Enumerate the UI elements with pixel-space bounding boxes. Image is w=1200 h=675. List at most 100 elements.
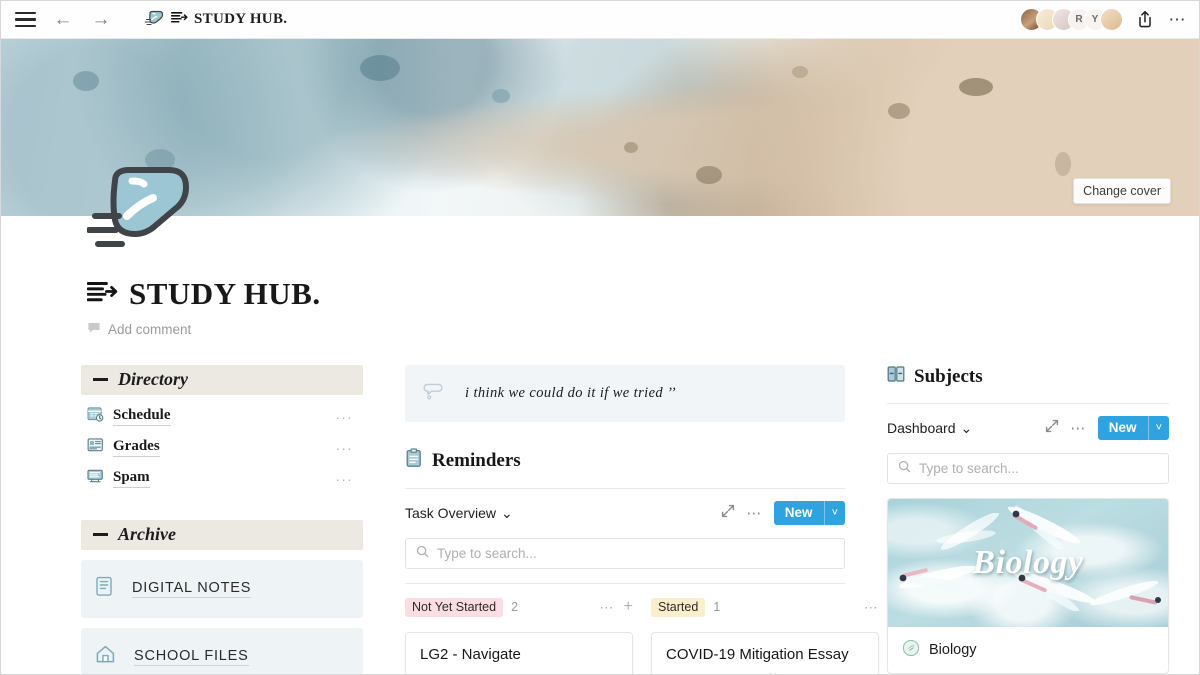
- hamburger-icon[interactable]: [13, 8, 37, 32]
- sidebar-item-label: Schedule: [113, 407, 171, 426]
- house-icon: [95, 644, 116, 669]
- top-bar-left: ← → STUDY HUB.: [13, 8, 287, 32]
- dash-icon: [93, 533, 108, 536]
- sidebar-item-digital-notes[interactable]: DIGITAL NOTES: [81, 560, 363, 618]
- sidebar-item-menu-icon[interactable]: ···: [335, 471, 353, 487]
- subjects-title-text: Subjects: [914, 366, 983, 387]
- sidebar-item-label: Grades: [113, 438, 160, 457]
- subjects-new-button[interactable]: New ˅: [1097, 416, 1169, 440]
- breadcrumb[interactable]: STUDY HUB.: [144, 10, 288, 29]
- sidebar-item-label: SCHOOL FILES: [134, 647, 249, 666]
- divider: [405, 583, 845, 584]
- sidebar-item-grades[interactable]: Grades ···: [81, 432, 363, 463]
- file-cabinet-icon: [887, 365, 905, 389]
- reminders-database: Reminders Task Overview ⌄ ⋯ New ˅ Type t…: [405, 448, 879, 674]
- reminders-new-label: New: [773, 501, 824, 525]
- divider: [405, 488, 845, 489]
- page-columns: Directory Schedule ··· Grades ··· Spam ·…: [1, 337, 1199, 674]
- subject-card-biology[interactable]: Biology Biology: [887, 498, 1169, 674]
- kanban-column-more-icon[interactable]: ⋯: [599, 599, 614, 616]
- thought-bubble-icon: [423, 381, 445, 406]
- task-card[interactable]: LG2 - Navigate Next Friday 📌 Assessment: [405, 632, 633, 674]
- arrow-right-icon[interactable]: →: [89, 8, 113, 32]
- search-icon: [416, 545, 429, 563]
- column-middle: i think we could do it if we tried ’’ Re…: [405, 365, 879, 674]
- reminders-search-box[interactable]: [405, 538, 845, 569]
- column-left: Directory Schedule ··· Grades ··· Spam ·…: [81, 365, 363, 674]
- directory-heading-label: Directory: [118, 369, 188, 389]
- kanban-column-not-yet-started: Not Yet Started 2 ⋯ + LG2 - Navigate Nex…: [405, 596, 633, 674]
- search-icon: [898, 460, 911, 478]
- status-badge: Not Yet Started: [405, 597, 504, 617]
- subjects-toolbar-right: ⋯ New ˅: [1045, 416, 1169, 440]
- sidebar-item-spam[interactable]: Spam ···: [81, 463, 363, 494]
- subjects-new-label: New: [1097, 416, 1148, 440]
- arrow-left-icon[interactable]: ←: [51, 8, 75, 32]
- subject-card-footer: Biology: [888, 627, 1168, 673]
- sidebar-item-menu-icon[interactable]: ···: [335, 440, 353, 456]
- avatar[interactable]: [1099, 8, 1123, 31]
- dash-icon: [93, 378, 108, 381]
- leaf-icon: [902, 639, 920, 661]
- sidebar-item-menu-icon[interactable]: ···: [335, 409, 353, 425]
- dragonfly-icon: [899, 565, 977, 591]
- task-card-title: COVID-19 Mitigation Essay: [666, 646, 849, 663]
- task-card[interactable]: COVID-19 Mitigation Essay Next Wednesday: [651, 632, 879, 674]
- reminders-title-text: Reminders: [432, 450, 521, 471]
- quote-text: i think we could do it if we tried ’’: [465, 385, 676, 401]
- add-comment-button[interactable]: Add comment: [87, 321, 1199, 337]
- expand-icon[interactable]: [1045, 419, 1059, 438]
- share-icon[interactable]: [1135, 9, 1157, 31]
- comment-icon: [87, 321, 101, 337]
- reminders-toolbar-right: ⋯ New ˅: [721, 501, 845, 525]
- subjects-search-box[interactable]: [887, 453, 1169, 484]
- kanban-column-header: Not Yet Started 2 ⋯ +: [405, 596, 633, 618]
- subjects-database: Subjects Dashboard ⌄ ⋯ New ˅ Type to sea…: [887, 365, 1169, 674]
- subjects-title: Subjects: [887, 365, 1169, 389]
- subject-card-cover: Biology: [888, 499, 1168, 627]
- kanban-column-started: Started 1 ⋯ COVID-19 Mitigation Essay Ne…: [651, 596, 879, 674]
- kanban-column-add-icon[interactable]: +: [624, 599, 633, 615]
- breadcrumb-title-group[interactable]: STUDY HUB.: [170, 11, 288, 29]
- kanban-column-tools: ⋯: [864, 599, 879, 616]
- kanban-column-count: 2: [511, 600, 519, 614]
- archive-heading: Archive: [81, 520, 363, 550]
- subjects-search-input[interactable]: [919, 461, 1158, 476]
- kanban-column-more-icon[interactable]: ⋯: [864, 599, 879, 616]
- add-comment-label: Add comment: [108, 321, 192, 337]
- chevron-down-icon: ⌄: [501, 504, 513, 521]
- expand-icon[interactable]: [721, 504, 735, 523]
- breadcrumb-title: STUDY HUB.: [194, 11, 288, 27]
- directory-heading: Directory: [81, 365, 363, 395]
- document-icon: [95, 576, 114, 602]
- page-title-text: STUDY HUB.: [129, 276, 321, 311]
- reminders-view-selector[interactable]: Task Overview ⌄: [405, 505, 513, 522]
- page-icon[interactable]: [86, 161, 197, 253]
- study-hub-logo-icon: [170, 11, 188, 29]
- top-bar: ← → STUDY HUB. R Y ⋯: [1, 1, 1199, 39]
- chevron-down-icon: ⌄: [960, 419, 973, 436]
- reminders-kanban: Not Yet Started 2 ⋯ + LG2 - Navigate Nex…: [405, 596, 879, 674]
- sidebar-item-school-files[interactable]: SCHOOL FILES: [81, 628, 363, 674]
- reminders-title: Reminders: [405, 448, 845, 474]
- subjects-more-icon[interactable]: ⋯: [1070, 419, 1087, 437]
- subjects-view-selector[interactable]: Dashboard ⌄: [887, 420, 972, 437]
- more-horizontal-icon[interactable]: ⋯: [1169, 11, 1188, 28]
- kanban-column-header: Started 1 ⋯: [651, 596, 879, 618]
- chevron-down-icon[interactable]: ˅: [1147, 416, 1169, 440]
- avatar-stack[interactable]: R Y: [1019, 8, 1123, 31]
- notion-page-window: ← → STUDY HUB. R Y ⋯ Change cover STUDY …: [0, 0, 1200, 675]
- change-cover-button[interactable]: Change cover: [1073, 178, 1171, 204]
- sidebar-item-schedule[interactable]: Schedule ···: [81, 401, 363, 432]
- subjects-toolbar: Dashboard ⌄ ⋯ New ˅: [887, 416, 1169, 440]
- status-badge: Started: [651, 597, 706, 617]
- id-card-icon: [87, 437, 104, 458]
- flying-paper-icon: [144, 10, 164, 29]
- reminders-new-button[interactable]: New ˅: [773, 501, 845, 525]
- clipboard-icon: [405, 448, 423, 474]
- chevron-down-icon[interactable]: ˅: [823, 501, 845, 525]
- reminders-search-input[interactable]: [437, 546, 834, 561]
- reminders-more-icon[interactable]: ⋯: [746, 504, 763, 522]
- page-title[interactable]: STUDY HUB.: [86, 276, 1199, 312]
- quote-callout[interactable]: i think we could do it if we tried ’’: [405, 365, 845, 422]
